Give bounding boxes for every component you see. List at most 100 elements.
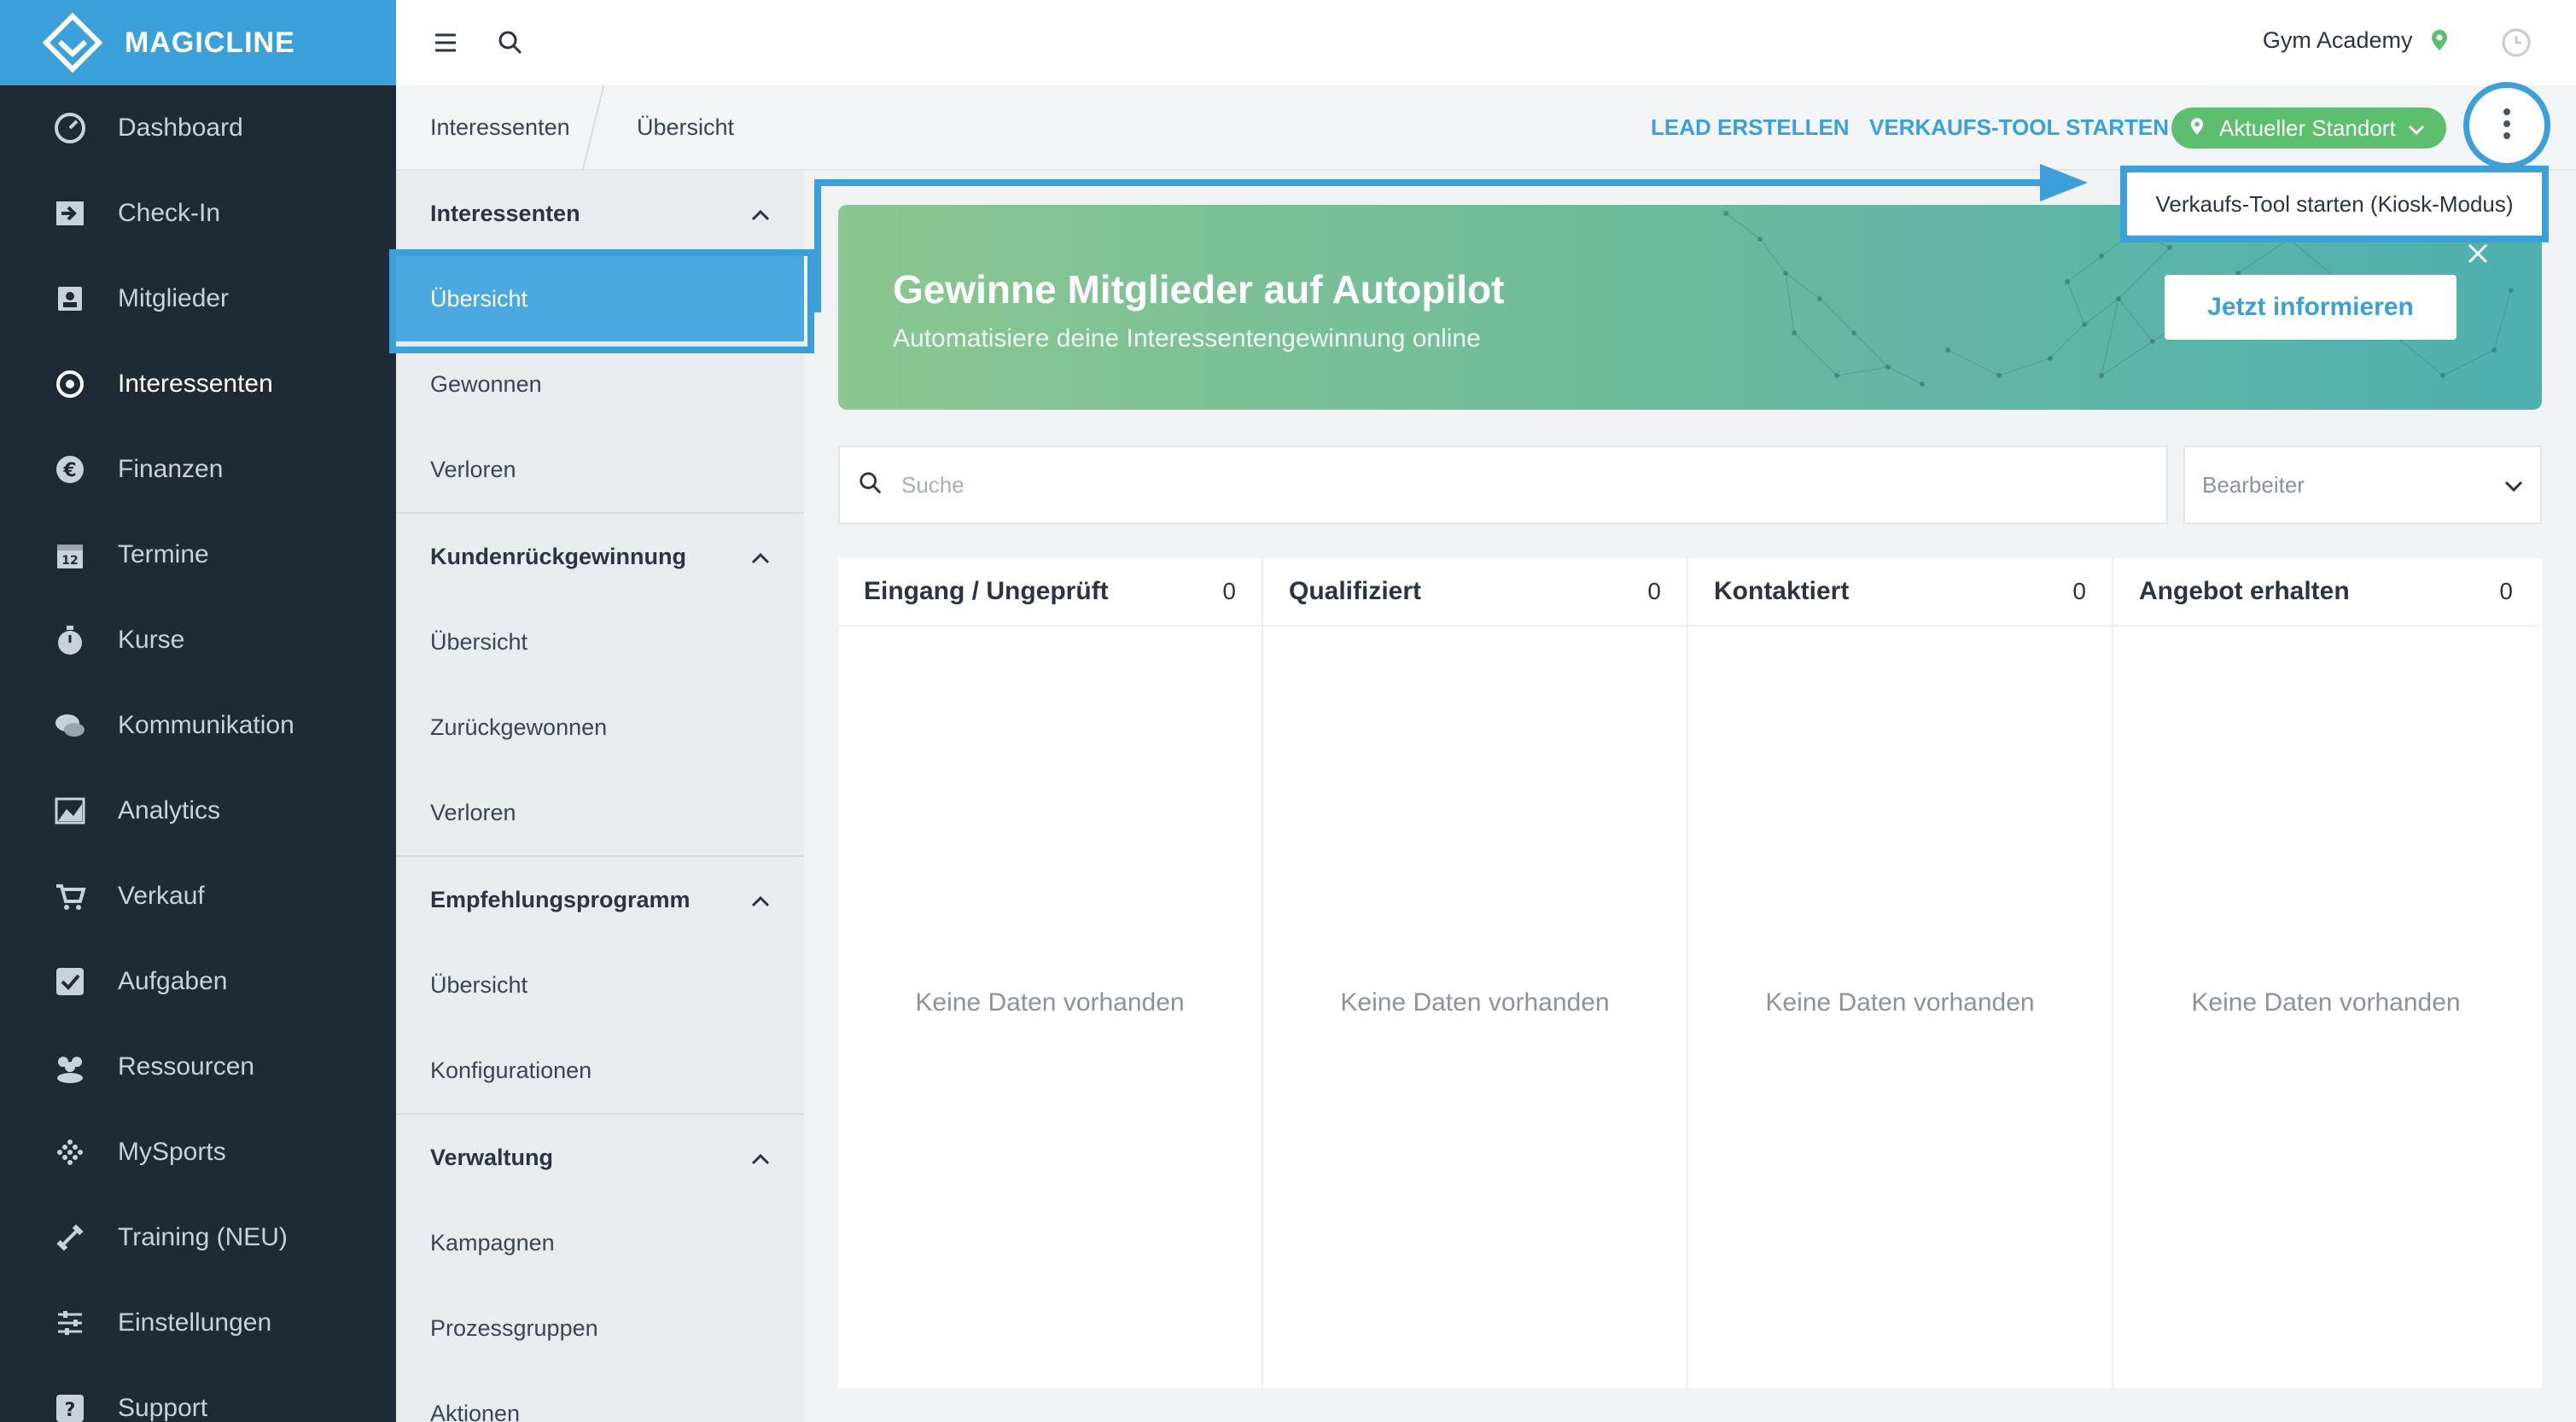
- nav-item-support[interactable]: ? Support: [0, 1366, 396, 1422]
- stopwatch-icon: [51, 621, 89, 659]
- section-sidebar: Interessenten Übersicht Gewonnen Verlore…: [396, 171, 804, 1422]
- section-referral-header[interactable]: Empfehlungsprogramm: [396, 857, 804, 942]
- column-count: 0: [1647, 578, 1661, 604]
- studio-selector[interactable]: Gym Academy: [2263, 27, 2448, 57]
- subnav-item-process-groups[interactable]: Prozessgruppen: [396, 1285, 804, 1371]
- nav-label: Check-In: [118, 199, 221, 227]
- kiosk-mode-menu-item[interactable]: Verkaufs-Tool starten (Kiosk-Modus): [2120, 166, 2549, 242]
- section-winback-header[interactable]: Kundenrückgewinnung: [396, 514, 804, 599]
- nav-label: Verkauf: [118, 882, 205, 910]
- breadcrumb-bar: Interessenten Übersicht LEAD ERSTELLEN V…: [396, 85, 2576, 171]
- create-lead-button[interactable]: LEAD ERSTELLEN: [1651, 114, 1850, 141]
- nav-item-mysports[interactable]: MySports: [0, 1110, 396, 1195]
- top-bar: Gym Academy: [396, 0, 2576, 85]
- help-icon: ?: [51, 1390, 89, 1422]
- subnav-item-winback-overview[interactable]: Übersicht: [396, 599, 804, 685]
- hamburger-menu-icon[interactable]: [430, 27, 461, 58]
- dumbbell-icon: [51, 1219, 89, 1256]
- brand-name: MAGICLINE: [125, 26, 295, 59]
- calendar-icon: 12: [51, 536, 89, 574]
- assignee-placeholder: Bearbeiter: [2202, 471, 2305, 498]
- nav-label: Kurse: [118, 626, 185, 654]
- assignee-select[interactable]: Bearbeiter: [2183, 446, 2542, 524]
- euro-icon: €: [51, 451, 89, 488]
- breadcrumb-leads[interactable]: Interessenten: [430, 114, 570, 141]
- nav-item-settings[interactable]: Einstellungen: [0, 1280, 396, 1366]
- chat-icon: [51, 707, 89, 744]
- dashboard-icon: [51, 109, 89, 147]
- learn-more-button[interactable]: Jetzt informieren: [2165, 275, 2457, 340]
- nav-label: Analytics: [118, 796, 221, 825]
- more-options-button[interactable]: [2463, 82, 2550, 169]
- column-title: Qualifiziert: [1289, 577, 1422, 605]
- subnav-item-winback-lost[interactable]: Verloren: [396, 770, 804, 855]
- subnav-item-actions[interactable]: Aktionen: [396, 1371, 804, 1422]
- empty-state: Keine Daten vorhanden: [1765, 988, 2035, 1017]
- nav-item-training[interactable]: Training (NEU): [0, 1195, 396, 1280]
- section-title: Interessenten: [430, 200, 580, 226]
- brand-header[interactable]: MAGICLINE: [0, 0, 396, 85]
- subnav-item-campaigns[interactable]: Kampagnen: [396, 1200, 804, 1285]
- nav-item-dashboard[interactable]: Dashboard: [0, 85, 396, 171]
- subnav-item-won[interactable]: Gewonnen: [396, 341, 804, 427]
- empty-state: Keine Daten vorhanden: [2191, 988, 2461, 1017]
- start-sales-tool-button[interactable]: VERKAUFS-TOOL STARTEN: [1869, 114, 2169, 141]
- nav-item-check-in[interactable]: Check-In: [0, 171, 396, 256]
- search-icon: [859, 471, 883, 499]
- nav-item-leads[interactable]: Interessenten: [0, 341, 396, 427]
- search-icon[interactable]: [495, 27, 526, 58]
- banner-title: Gewinne Mitglieder auf Autopilot: [893, 267, 1505, 312]
- location-pin-icon: [2431, 29, 2448, 57]
- column-count: 0: [2499, 578, 2513, 604]
- subnav-item-referral-overview[interactable]: Übersicht: [396, 942, 804, 1028]
- checkbox-icon: [51, 963, 89, 1000]
- nav-item-courses[interactable]: Kurse: [0, 597, 396, 683]
- subnav-item-recovered[interactable]: Zurückgewonnen: [396, 685, 804, 770]
- nav-item-appointments[interactable]: 12 Termine: [0, 512, 396, 597]
- nav-label: Training (NEU): [118, 1223, 288, 1251]
- nav-item-tasks[interactable]: Aufgaben: [0, 939, 396, 1024]
- subnav-item-configurations[interactable]: Konfigurationen: [396, 1028, 804, 1113]
- section-admin-header[interactable]: Verwaltung: [396, 1115, 804, 1200]
- column-title: Angebot erhalten: [2139, 577, 2350, 605]
- studio-name: Gym Academy: [2262, 27, 2413, 53]
- banner-subtitle: Automatisiere deine Interessentengewinnu…: [893, 324, 1481, 353]
- chart-icon: [51, 792, 89, 830]
- main-sidebar: MAGICLINE Dashboard Check-In Mitglieder …: [0, 0, 396, 1422]
- nav-label: Einstellungen: [118, 1308, 272, 1337]
- target-icon: [51, 365, 89, 403]
- close-icon[interactable]: [2467, 242, 2489, 269]
- subnav-item-overview[interactable]: Übersicht: [396, 256, 804, 341]
- location-pill-label: Aktueller Standort: [2219, 114, 2396, 141]
- section-leads-header[interactable]: Interessenten: [396, 171, 804, 256]
- subnav-item-lost[interactable]: Verloren: [396, 427, 804, 512]
- search-placeholder: Suche: [901, 471, 965, 498]
- nav-item-finance[interactable]: € Finanzen: [0, 427, 396, 512]
- cart-icon: [51, 877, 89, 915]
- svg-text:?: ?: [65, 1400, 76, 1421]
- clock-icon[interactable]: [2501, 27, 2532, 62]
- nav-item-sales[interactable]: Verkauf: [0, 854, 396, 939]
- location-filter-pill[interactable]: Aktueller Standort: [2171, 108, 2446, 149]
- nav-item-analytics[interactable]: Analytics: [0, 768, 396, 854]
- magicline-logo-icon: [41, 11, 104, 74]
- search-field[interactable]: Suche: [838, 446, 2168, 524]
- board-column: Eingang / Ungeprüft 0 Keine Daten vorhan…: [838, 558, 1263, 1388]
- nav-item-resources[interactable]: Ressourcen: [0, 1024, 396, 1110]
- nav-label: Interessenten: [118, 370, 273, 398]
- nav-label: Kommunikation: [118, 711, 294, 739]
- board-column: Angebot erhalten 0 Keine Daten vorhanden: [2113, 558, 2538, 1388]
- nav-label: Aufgaben: [118, 967, 228, 995]
- column-header: Eingang / Ungeprüft 0: [838, 558, 1262, 626]
- breadcrumb-overview: Übersicht: [637, 114, 735, 140]
- nav-item-communication[interactable]: Kommunikation: [0, 683, 396, 768]
- chevron-up-icon: [751, 1145, 770, 1171]
- nav-label: Termine: [118, 540, 209, 568]
- column-count: 0: [1222, 578, 1236, 604]
- column-title: Eingang / Ungeprüft: [864, 577, 1109, 605]
- breadcrumb-separator: [581, 85, 605, 171]
- svg-text:€: €: [62, 460, 76, 481]
- nav-item-members[interactable]: Mitglieder: [0, 256, 396, 341]
- members-icon: [51, 280, 89, 318]
- board-column: Qualifiziert 0 Keine Daten vorhanden: [1263, 558, 1688, 1388]
